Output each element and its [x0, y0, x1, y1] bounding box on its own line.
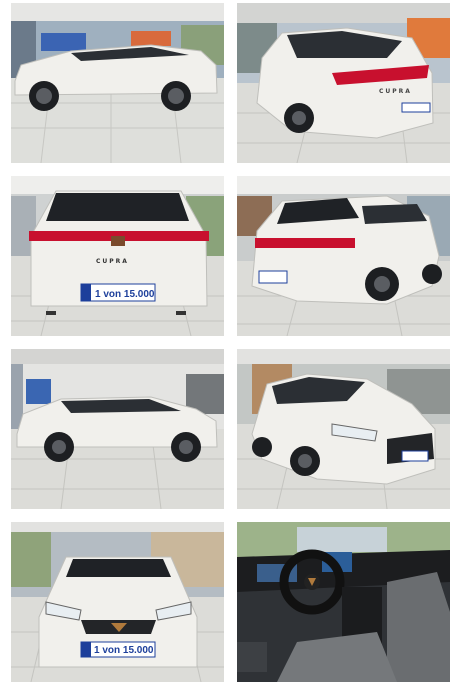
brand-badge: CUPRA	[379, 88, 412, 95]
car-side-photo	[11, 3, 224, 163]
photo-tile[interactable]: 1 von 15.000	[11, 522, 224, 682]
brand-badge: CUPRA	[96, 258, 129, 265]
car-side-photo	[11, 349, 224, 509]
photo-tile[interactable]	[11, 3, 224, 163]
car-front-quarter-photo	[237, 349, 450, 509]
photo-tile[interactable]: CUPRA	[237, 3, 450, 163]
car-front-photo: 1 von 15.000	[11, 522, 224, 682]
license-plate: 1 von 15.000	[94, 645, 154, 656]
photo-tile[interactable]	[11, 349, 224, 509]
license-plate: 1 von 15.000	[95, 289, 155, 300]
photo-tile[interactable]	[237, 176, 450, 336]
car-rear-quarter-photo	[237, 176, 450, 336]
photo-tile[interactable]	[237, 522, 450, 682]
car-rear-photo: CUPRA 1 von 15.000	[11, 176, 224, 336]
car-interior-photo	[237, 522, 450, 682]
car-rear-quarter-photo: CUPRA	[237, 3, 450, 163]
photo-tile[interactable]: CUPRA 1 von 15.000	[11, 176, 224, 336]
photo-tile[interactable]	[237, 349, 450, 509]
